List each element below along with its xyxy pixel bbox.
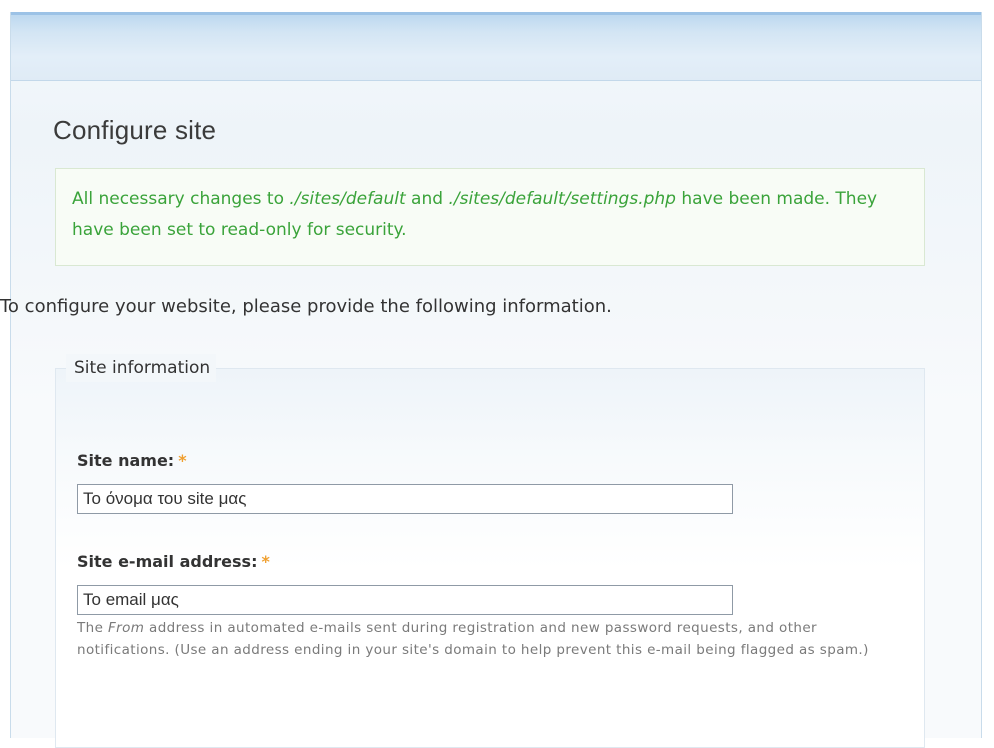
site-name-label-text: Site name:	[77, 451, 175, 470]
site-email-description: The From address in automated e-mails se…	[77, 617, 897, 661]
status-path-default: ./sites/default	[289, 189, 406, 209]
description-text: address in automated e-mails sent during…	[77, 620, 869, 658]
description-text: The	[77, 620, 108, 636]
site-name-label: Site name: *	[77, 451, 187, 470]
site-email-label: Site e-mail address: *	[77, 552, 270, 571]
required-marker: *	[178, 451, 187, 470]
status-text-part: All necessary changes to	[72, 189, 290, 209]
required-marker: *	[261, 552, 270, 571]
header-bar	[11, 12, 981, 81]
description-from: From	[108, 620, 145, 636]
site-name-input[interactable]	[77, 484, 733, 514]
intro-text: To configure your website, please provid…	[0, 296, 612, 317]
fieldset-legend: Site information	[66, 354, 217, 382]
status-message: All necessary changes to ./sites/default…	[55, 168, 925, 266]
status-text-part: and	[405, 189, 449, 209]
page-title: Configure site	[53, 115, 217, 145]
site-email-input[interactable]	[77, 585, 733, 615]
site-email-label-text: Site e-mail address:	[77, 552, 258, 571]
status-path-settings: ./sites/default/settings.php	[448, 189, 676, 209]
